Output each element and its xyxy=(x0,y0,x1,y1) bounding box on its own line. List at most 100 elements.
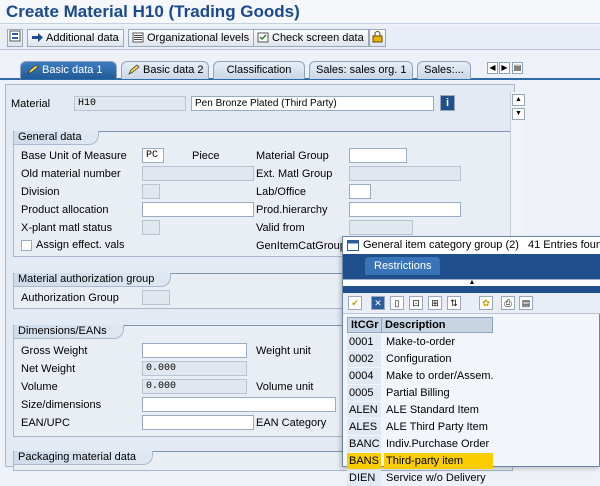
size-dimensions-input[interactable] xyxy=(142,397,336,412)
tab-classification[interactable]: Classification xyxy=(213,61,305,79)
restrictions-toggle[interactable]: ▲ xyxy=(343,279,600,286)
clipboard-icon: ▤ xyxy=(521,298,531,308)
sort-icon: ⇅ xyxy=(450,298,458,308)
tab-scroll-right-button[interactable]: ▶ xyxy=(499,62,510,74)
old-material-field[interactable] xyxy=(142,166,254,181)
tab-restrictions[interactable]: Restrictions xyxy=(365,257,441,275)
list-item[interactable]: DIEN Service w/o Delivery xyxy=(347,470,597,486)
list-item-code: 0004 xyxy=(347,368,381,384)
copy-button[interactable]: ▤ xyxy=(519,296,533,310)
volume-label: Volume xyxy=(21,381,58,393)
auth-group-field[interactable] xyxy=(142,290,170,305)
ext-matl-group-label: Ext. Matl Group xyxy=(256,168,333,180)
valid-from-field[interactable] xyxy=(349,220,413,235)
list-item-description: Make-to-order xyxy=(386,336,456,348)
packaging-heading: Packaging material data xyxy=(14,451,154,465)
list-item[interactable]: 0004 Make to order/Assem. xyxy=(347,368,597,384)
lock-button[interactable] xyxy=(369,29,386,47)
other-material-button[interactable] xyxy=(7,29,23,47)
base-uom-input[interactable]: PC xyxy=(142,148,164,163)
tab-scroll-left-button[interactable]: ◀ xyxy=(487,62,498,74)
chevron-right-icon: ▶ xyxy=(501,63,508,72)
list-item-description: Configuration xyxy=(386,353,452,365)
print-button[interactable]: ⎙ xyxy=(501,296,515,310)
product-allocation-label: Product allocation xyxy=(21,204,109,216)
volume-field[interactable]: 0.000 xyxy=(142,379,247,394)
tab-basic-data-2-label: Basic data 2 xyxy=(143,64,204,76)
ok-button[interactable]: ✔ xyxy=(348,296,362,310)
scroll-up-icon: ▲ xyxy=(515,96,522,103)
popup-title: General item category group (2) xyxy=(363,239,519,251)
division-field[interactable] xyxy=(142,184,160,199)
sort-button[interactable]: ⇅ xyxy=(447,296,461,310)
tab-list-button[interactable]: ▤ xyxy=(512,62,523,74)
org-levels-button[interactable]: Organizational levels xyxy=(128,29,255,47)
list-item-description: Service w/o Delivery xyxy=(386,472,486,484)
ext-matl-group-field[interactable] xyxy=(349,166,461,181)
material-label: Material xyxy=(11,98,51,110)
assign-effect-checkbox[interactable] xyxy=(21,240,32,251)
size-dimensions-label: Size/dimensions xyxy=(21,399,102,411)
list-item-description: Partial Billing xyxy=(386,387,450,399)
gross-weight-input[interactable] xyxy=(142,343,247,358)
settings-button[interactable]: ✿ xyxy=(479,296,493,310)
material-group-label: Material Group xyxy=(256,150,329,162)
auth-group-label: Authorization Group xyxy=(21,292,119,304)
column-header-itcgr[interactable]: ItCGr xyxy=(347,317,382,333)
tab-basic-data-2[interactable]: Basic data 2 xyxy=(121,61,209,79)
chevron-left-icon: ◀ xyxy=(489,63,496,72)
material-description-input[interactable]: Pen Bronze Plated (Third Party) xyxy=(191,96,434,111)
column-header-itcgr-label: ItCGr xyxy=(351,319,379,331)
tab-strip: Basic data 1 Basic data 2 Classification… xyxy=(0,58,600,80)
prod-hierarchy-input[interactable] xyxy=(349,202,461,217)
find-button[interactable]: ⊡ xyxy=(409,296,423,310)
popup-toolbar: ✔ ✕ ▯ ⊡ ⊞ ⇅ ✿ ⎙ ▤ xyxy=(343,293,600,314)
find-next-button[interactable]: ⊞ xyxy=(428,296,442,310)
list-item[interactable]: 0005 Partial Billing xyxy=(347,385,597,401)
cancel-button[interactable]: ✕ xyxy=(371,296,385,310)
tab-sales-org-1-label: Sales: sales org. 1 xyxy=(316,64,407,76)
list-item[interactable]: BANC Indiv.Purchase Order xyxy=(347,436,597,452)
list-item[interactable]: 0002 Configuration xyxy=(347,351,597,367)
tab-basic-data-1[interactable]: Basic data 1 xyxy=(20,61,117,79)
list-item[interactable]: ALEN ALE Standard Item xyxy=(347,402,597,418)
tab-sales-org-1[interactable]: Sales: sales org. 1 xyxy=(309,61,413,79)
gen-item-cat-label: GenItemCatGroup xyxy=(256,240,346,252)
net-weight-field[interactable]: 0.000 xyxy=(142,361,247,376)
checkmark-icon: ✔ xyxy=(351,298,359,308)
list-item-description: Make to order/Assem. xyxy=(386,370,493,382)
volume-unit-label: Volume unit xyxy=(256,381,314,393)
base-uom-text: Piece xyxy=(192,150,220,162)
org-levels-icon xyxy=(132,32,144,43)
new-selection-button[interactable]: ▯ xyxy=(390,296,404,310)
column-header-description[interactable]: Description xyxy=(381,317,493,333)
find-next-icon: ⊞ xyxy=(431,298,439,308)
ean-upc-input[interactable] xyxy=(142,415,254,430)
list-item-code: 0005 xyxy=(347,385,381,401)
list-item-code: 0002 xyxy=(347,351,381,367)
scroll-down-button[interactable]: ▼ xyxy=(512,108,525,120)
product-allocation-input[interactable] xyxy=(142,202,254,217)
ean-upc-label: EAN/UPC xyxy=(21,417,70,429)
list-item[interactable]: ALES ALE Third Party Item xyxy=(347,419,597,435)
material-group-input[interactable] xyxy=(349,148,407,163)
lab-office-input[interactable] xyxy=(349,184,371,199)
xplant-status-field[interactable] xyxy=(142,220,160,235)
other-material-icon xyxy=(9,30,21,42)
info-button[interactable]: i xyxy=(440,95,455,111)
list-item-description: ALE Third Party Item xyxy=(386,421,488,433)
tab-sales-more[interactable]: Sales:... xyxy=(417,61,471,79)
check-screen-button[interactable]: Check screen data xyxy=(253,29,369,47)
check-screen-icon xyxy=(257,32,269,43)
material-number-field: H10 xyxy=(74,96,186,111)
list-item-code: ALEN xyxy=(347,402,381,418)
dimensions-heading: Dimensions/EANs xyxy=(14,325,124,339)
scroll-up-button[interactable]: ▲ xyxy=(512,94,525,106)
gross-weight-label: Gross Weight xyxy=(21,345,88,357)
weight-unit-label: Weight unit xyxy=(256,345,311,357)
list-item[interactable]: 0001 Make-to-order xyxy=(347,334,597,350)
tab-basic-data-1-label: Basic data 1 xyxy=(42,64,103,76)
gear-icon: ✿ xyxy=(482,298,490,308)
additional-data-button[interactable]: Additional data xyxy=(27,29,124,47)
prod-hierarchy-label: Prod.hierarchy xyxy=(256,204,328,216)
